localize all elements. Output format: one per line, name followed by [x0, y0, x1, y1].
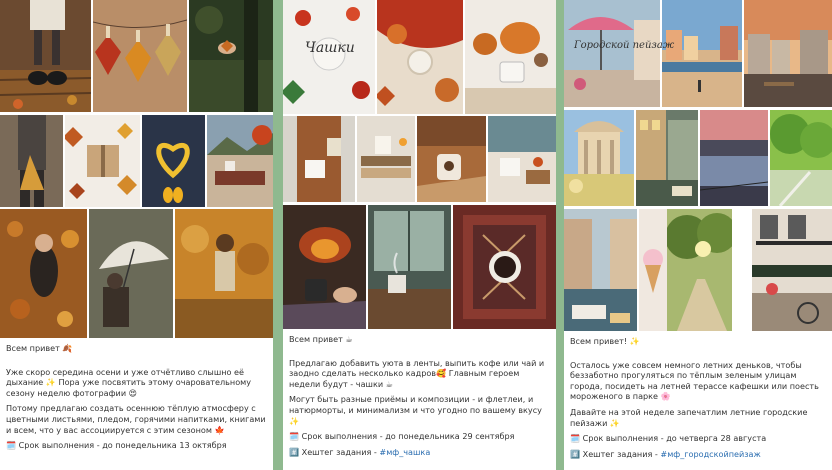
post-city: Городской пейзаж Всем привет! ✨ Осталось… [564, 0, 832, 470]
post-deadline: 🗓️ Срок выполнения - до понедельника 13 … [6, 440, 227, 451]
photo-cups-cozy-table[interactable] [488, 116, 556, 202]
photo-cups-cafe-window[interactable] [368, 205, 451, 329]
photo-city-night-street[interactable] [636, 110, 698, 206]
post-body: Давайте на этой неделе запечатлим летние… [570, 406, 808, 428]
hashtag-link[interactable]: #мф_чашка [379, 447, 430, 457]
hashtag-label: #️⃣ Хештег задания - [289, 446, 380, 457]
post-hashtag-line: #️⃣ Хештег задания - #мф_городскойпейзаж [570, 449, 828, 460]
photo-autumn-forest-hand[interactable] [189, 0, 273, 112]
post-body: Потому предлагаю создать осеннюю тёплую … [6, 403, 266, 435]
post-intro: Осталось уже совсем немного летних деньк… [570, 359, 819, 402]
post-deadline: 🗓️ Срок выполнения - до понедельника 29 … [289, 431, 515, 442]
photo-autumn-window-tea[interactable] [207, 115, 273, 207]
photo-city-terrace-sunset[interactable] [744, 0, 832, 107]
photo-cups-sweater-cup[interactable] [417, 116, 486, 202]
photo-city-canal[interactable] [564, 209, 637, 331]
photo-city-sunlit-alley[interactable] [667, 209, 732, 331]
hashtag-link[interactable]: #мф_городскойпейзаж [660, 449, 760, 459]
photo-city-rotunda-flowers[interactable] [564, 110, 634, 206]
photo-cups-fireplace[interactable] [283, 205, 366, 329]
photo-autumn-gift-box[interactable] [65, 115, 140, 207]
photo-autumn-umbrella[interactable] [89, 209, 173, 338]
photo-cups-flatlay-berries[interactable] [283, 0, 375, 114]
post-greeting: Всем привет ☕ [289, 334, 353, 344]
photo-city-green-park[interactable] [770, 110, 832, 206]
post-intro: Уже скоро середина осени и уже отчётливо… [6, 366, 252, 398]
photo-city-coastal-town[interactable] [662, 0, 742, 107]
post-intro: Предлагаю добавить уюта в ленты, выпить … [289, 357, 545, 389]
photo-autumn-leaves-string[interactable] [93, 0, 187, 112]
post-greeting: Всем привет 🍂 [6, 343, 73, 353]
photo-city-balcony-facade[interactable] [752, 209, 832, 331]
photo-cups-books-candle[interactable] [357, 116, 415, 202]
post-caption: Всем привет 🍂 Уже скоро середина осени и… [6, 343, 269, 455]
photo-cups-knit-pumpkins[interactable] [377, 0, 463, 114]
photo-city-cafe-umbrella[interactable] [564, 0, 660, 107]
photo-city-river-sunset[interactable] [700, 110, 768, 206]
post-greeting: Всем привет! ✨ [570, 336, 640, 346]
post-body: Могут быть разные приёмы и композиции - … [289, 394, 542, 426]
hashtag-label: #️⃣ Хештег задания - [570, 448, 661, 459]
photo-cups-apron-mug[interactable] [283, 116, 355, 202]
post-caption: Всем привет ☕ Предлагаю добавить уюта в … [289, 334, 552, 461]
post-autumn: Всем привет 🍂 Уже скоро середина осени и… [0, 0, 273, 470]
post-cups: Чашки Всем привет ☕ Предлагаю добавить у… [283, 0, 556, 470]
post-deadline: 🗓️ Срок выполнения - до четверга 28 авгу… [570, 433, 767, 444]
photo-autumn-jumping-girl[interactable] [175, 209, 273, 338]
photo-autumn-leaf-heart[interactable] [142, 115, 205, 207]
post-hashtag-line: #️⃣ Хештег задания - #мф_чашка [289, 447, 552, 458]
photo-autumn-boots[interactable] [0, 0, 91, 112]
photo-cups-carpet-mug[interactable] [453, 205, 556, 329]
photo-cups-pumpkin-mug[interactable] [465, 0, 556, 114]
photo-autumn-girl-bouquet[interactable] [0, 115, 63, 207]
photo-autumn-lying-leaves[interactable] [0, 209, 87, 338]
photo-city-ice-cream[interactable] [639, 209, 667, 331]
post-caption: Всем привет! ✨ Осталось уже совсем немно… [570, 336, 828, 463]
